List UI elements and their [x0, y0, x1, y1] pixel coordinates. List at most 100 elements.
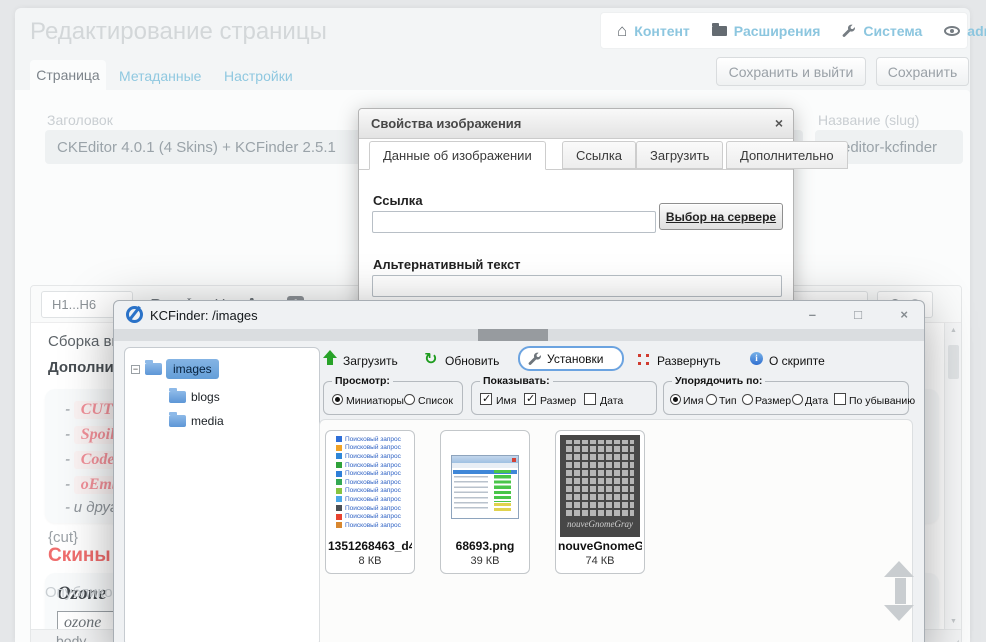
file-card[interactable]: Поисковый запросПоисковый запросПоисковы… [325, 430, 415, 574]
thumbnail-graphic: nouveGnomeGray [560, 435, 640, 537]
scrollbar-thumb[interactable] [948, 345, 959, 379]
scroll-arrows-icon[interactable] [884, 561, 916, 625]
window-drag-strip [114, 329, 924, 341]
files-pane: Поисковый запросПоисковый запросПоисковы… [319, 419, 913, 642]
file-card[interactable]: nouveGnomeGray nouveGnomeGray 74 КВ [555, 430, 645, 574]
radio-order-size[interactable] [742, 394, 753, 405]
scroll-down-icon[interactable]: ▼ [945, 618, 962, 625]
dialog-tabs: Данные об изображении Ссылка Загрузить Д… [359, 141, 793, 170]
nav-label: Расширения [734, 23, 821, 39]
file-size: 74 КВ [556, 555, 644, 567]
file-name: 68693.png [443, 539, 527, 553]
view-fieldset: Просмотр: Миниатюры Список [323, 381, 463, 415]
file-card[interactable]: 68693.png 39 КВ [440, 430, 530, 574]
wrench-icon [528, 352, 542, 366]
close-icon[interactable]: × [775, 115, 783, 131]
scroll-up-icon[interactable]: ▲ [945, 327, 962, 334]
top-navigation: ⌂ Контент Расширения Система admin [600, 12, 968, 49]
radio-list[interactable] [404, 394, 415, 405]
settings-button[interactable]: Установки [518, 346, 624, 371]
folder-icon [145, 363, 162, 375]
checkbox-size[interactable]: ✓ [524, 393, 536, 405]
thumbnail-graphic [451, 455, 519, 519]
order-legend: Упорядочить по: [672, 375, 765, 387]
window-screenshot-thumbnail [445, 435, 525, 537]
nav-item-content[interactable]: ⌂ Контент [617, 22, 690, 39]
file-size: 39 КВ [441, 555, 529, 567]
nav-item-system[interactable]: Система [842, 23, 922, 39]
url-input[interactable] [372, 211, 656, 233]
refresh-icon: ↻ [424, 352, 437, 368]
radio-order-type[interactable] [706, 394, 717, 405]
nav-label: admin [967, 23, 986, 39]
drag-handle[interactable] [478, 329, 548, 341]
search-list-thumbnail: Поисковый запросПоисковый запросПоисковы… [330, 435, 410, 537]
folder-icon [712, 26, 727, 36]
maximize-window-icon [638, 354, 649, 365]
file-name: 1351268463_d405 [328, 539, 412, 553]
tree-item-media[interactable]: media [191, 414, 224, 428]
dialog-title: Свойства изображения [371, 116, 521, 131]
file-size: 8 КВ [326, 555, 414, 567]
element-path[interactable]: body [56, 633, 86, 642]
thumb-row: Поисковый запрос [330, 495, 410, 504]
thumb-row: Поисковый запрос [330, 504, 410, 513]
about-button[interactable]: О скрипте [769, 354, 825, 368]
kcfinder-title: KCFinder: /images [150, 308, 258, 323]
nav-item-admin[interactable]: admin [944, 23, 986, 39]
folder-icon [169, 415, 186, 427]
nav-label: Контент [634, 23, 690, 39]
checkbox-date[interactable] [584, 393, 596, 405]
alt-text-label: Альтернативный текст [373, 257, 521, 272]
tab-settings[interactable]: Настройки [224, 68, 293, 84]
folder-tree-panel: − images blogs media [124, 347, 320, 642]
minimize-icon[interactable]: – [809, 307, 816, 322]
upload-button[interactable]: Загрузить [343, 354, 398, 368]
tab-link[interactable]: Ссылка [562, 141, 636, 169]
tab-advanced[interactable]: Дополнительно [726, 141, 848, 169]
save-and-exit-button[interactable]: Сохранить и выйти [716, 57, 866, 86]
thumb-row: Поисковый запрос [330, 452, 410, 461]
folder-icon [169, 391, 186, 403]
cut-marker: {cut} [48, 529, 78, 546]
kcfinder-window: KCFinder: /images – □ × − images blogs m… [113, 300, 925, 642]
home-icon: ⌂ [617, 22, 627, 39]
radio-order-name[interactable] [670, 394, 681, 405]
maximize-window-button[interactable]: Развернуть [657, 354, 721, 368]
tab-upload[interactable]: Загрузить [636, 141, 723, 169]
dialog-header[interactable]: Свойства изображения × [359, 109, 793, 139]
order-fieldset: Упорядочить по: Имя Тип Размер Дата По у… [663, 381, 909, 415]
thumb-row: Поисковый запрос [330, 461, 410, 470]
radio-order-date[interactable] [792, 394, 803, 405]
thumb-row: Поисковый запрос [330, 435, 410, 444]
maximize-icon[interactable]: □ [854, 307, 862, 322]
checkbox-name[interactable]: ✓ [480, 393, 492, 405]
radio-thumbnails[interactable] [332, 394, 343, 405]
alt-text-input[interactable] [372, 275, 782, 297]
thumb-row: Поисковый запрос [330, 512, 410, 521]
show-fieldset: Показывать: ✓ Имя ✓ Размер Дата [471, 381, 657, 415]
view-legend: Просмотр: [332, 375, 393, 387]
tree-expander-icon[interactable]: − [131, 365, 140, 374]
nav-item-extensions[interactable]: Расширения [712, 23, 821, 39]
tree-item-blogs[interactable]: blogs [191, 390, 220, 404]
checkbox-descending[interactable] [834, 393, 846, 405]
tree-item-images[interactable]: images [166, 359, 219, 379]
refresh-button[interactable]: Обновить [445, 354, 499, 368]
tab-image-info[interactable]: Данные об изображении [369, 141, 546, 170]
save-button[interactable]: Сохранить [876, 57, 969, 86]
info-icon: i [750, 352, 763, 365]
slug-field-label: Название (slug) [818, 112, 919, 128]
icon-grid-thumbnail: nouveGnomeGray [560, 435, 640, 537]
thumb-row: Поисковый запрос [330, 444, 410, 453]
close-icon[interactable]: × [900, 307, 908, 322]
tab-metadata[interactable]: Метаданные [119, 68, 201, 84]
tab-page[interactable]: Страница [30, 60, 106, 91]
editor-scrollbar[interactable]: ▲ ▼ [944, 323, 961, 629]
upload-icon [323, 350, 337, 366]
browse-server-button[interactable]: Выбор на сервере [659, 203, 783, 230]
nav-label: Система [863, 23, 922, 39]
file-name: nouveGnomeGray [558, 539, 642, 553]
kcfinder-logo-icon [126, 306, 143, 323]
url-label: Ссылка [373, 193, 423, 208]
